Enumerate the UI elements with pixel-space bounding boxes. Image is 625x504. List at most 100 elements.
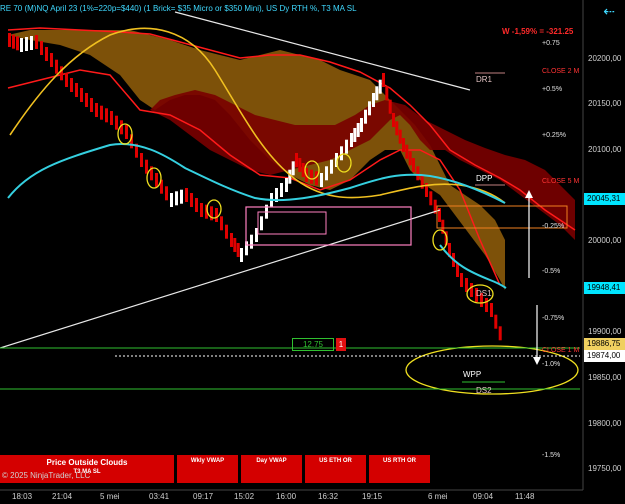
percent-label: -0.75% [542,315,565,322]
renko-brick [165,186,168,201]
renko-brick [240,248,243,262]
renko-brick [298,158,302,172]
time-axis-label: 18:03 [12,492,33,501]
renko-brick [392,113,395,127]
renko-brick [215,208,218,222]
time-axis-label: 16:32 [318,492,339,501]
renko-brick [75,83,78,97]
renko-brick [16,36,19,51]
percent-label: +0.5% [542,86,563,93]
signal-circle [146,167,162,189]
renko-brick [180,189,183,204]
renko-brick [115,115,118,130]
renko-brick [55,59,58,74]
renko-brick [280,183,283,197]
renko-brick [340,146,343,161]
time-axis-label: 09:17 [193,492,214,501]
renko-brick [125,125,128,139]
button-label: US RTH OR [383,458,416,464]
us-rth-or-button[interactable]: US RTH OR [369,455,430,483]
renko-brick [345,139,348,154]
renko-brick [295,153,298,167]
renko-brick [402,138,405,152]
renko-brick [412,158,415,172]
price-tag-current: 19874,00 [584,350,625,362]
renko-brick [50,53,53,67]
close-label: CLOSE 5 M [542,178,580,185]
us-eth-or-button[interactable]: US ETH OR [305,455,366,483]
time-axis-label: 16:00 [276,492,297,501]
renko-brick [85,93,88,107]
renko-brick [416,166,420,181]
renko-brick [465,278,468,292]
renko-brick [320,173,323,187]
price-axis-label: 20200,00 [588,54,622,63]
renko-brick [498,326,502,341]
renko-brick [190,193,193,207]
price-axis-label: 19900,00 [588,327,622,336]
renko-brick [385,86,389,101]
renko-brick [12,34,15,49]
time-axis-label: 03:41 [149,492,170,501]
renko-brick [429,191,433,206]
renko-brick [372,93,375,107]
renko-brick [200,203,203,217]
renko-brick [170,193,173,207]
renko-brick [395,121,399,136]
renko-brick [375,86,379,101]
renko-brick [408,151,412,166]
renko-brick [25,37,28,51]
renko-brick [220,216,223,231]
renko-brick [80,88,83,102]
pnl-label: W -1,59% = -321.25 [502,27,574,36]
price-axis-label: 19850,00 [588,373,622,382]
button-label: Day VWAP [256,458,287,464]
renko-brick [388,99,392,114]
renko-brick [398,129,402,144]
weekly-vwap-button[interactable]: Wkly VWAP [177,455,238,483]
time-axis-label: 19:15 [362,492,383,501]
renko-brick [105,108,108,123]
renko-brick [8,33,11,47]
renko-brick [100,105,103,120]
time-axis-label: 11:48 [515,492,535,501]
order-price-box[interactable]: 12.75 [292,338,334,351]
price-tag-gold: 19886,75 [584,338,625,350]
renko-brick [145,159,148,174]
renko-brick [330,159,333,174]
order-qty-box[interactable]: 1 [336,338,346,351]
renko-brick [70,78,73,92]
copyright-text: © 2025 NinjaTrader, LLC [2,471,91,480]
level-label-dpp: DPP [476,174,493,183]
range-box-pink-inner [257,211,327,235]
range-box-pink-outer [245,206,412,246]
renko-brick [364,109,367,124]
renko-brick [291,161,295,176]
renko-brick [485,298,488,312]
renko-brick [225,224,228,239]
percent-label: -0.25% [542,223,565,230]
renko-brick [175,191,178,206]
time-axis-label: 21:04 [52,492,73,501]
renko-brick [353,128,357,142]
renko-brick [45,47,48,61]
renko-brick [368,101,371,116]
arrow-left-icon[interactable]: ⇠ [603,4,615,18]
renko-brick [285,178,288,192]
arrow-head-down-icon [533,357,541,365]
price-chart[interactable] [0,0,625,504]
percent-label: -0.5% [542,268,561,275]
close-label: CLOSE 1 M [542,347,580,354]
renko-brick [40,41,43,55]
level-label-wpp: WPP [463,370,482,379]
renko-brick [325,166,328,181]
button-label: Price Outside Clouds [46,458,128,467]
renko-brick [494,314,498,329]
renko-brick [140,153,143,167]
renko-brick [470,283,473,297]
renko-brick [20,38,23,52]
percent-label: -1.0% [542,361,561,368]
day-vwap-button[interactable]: Day VWAP [241,455,302,483]
time-axis-label: 5 mei [100,492,120,501]
signal-circle [206,199,222,219]
